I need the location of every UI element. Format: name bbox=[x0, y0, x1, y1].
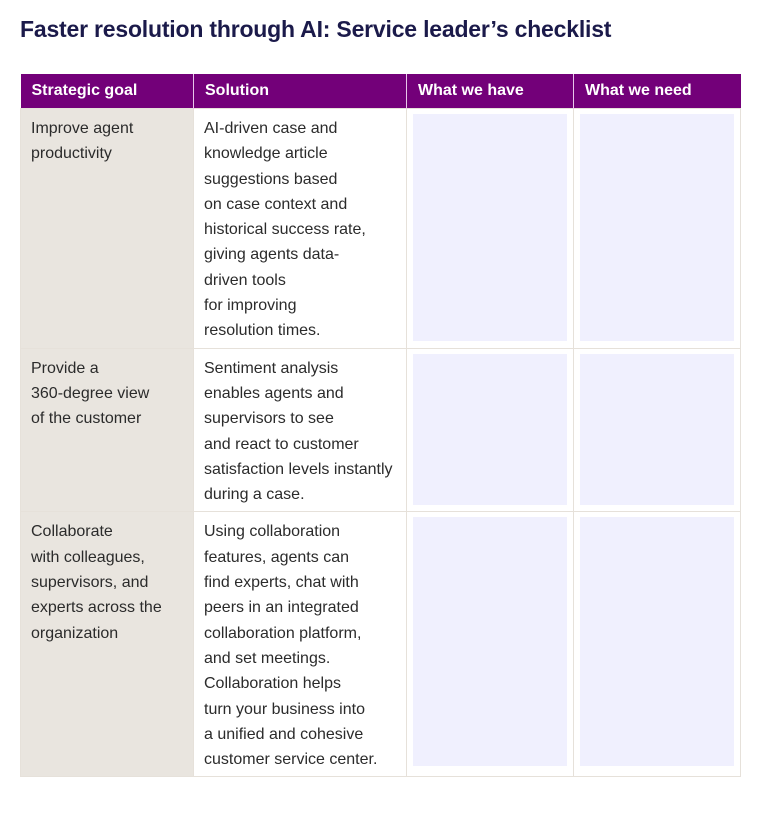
what-we-need-input[interactable] bbox=[580, 517, 734, 767]
have-cell bbox=[406, 511, 574, 778]
header-solution: Solution bbox=[193, 74, 407, 109]
solution-cell: AI-driven case and knowledge article sug… bbox=[193, 108, 407, 349]
what-we-have-input[interactable] bbox=[413, 114, 567, 341]
checklist-table: Strategic goal Solution What we have Wha… bbox=[20, 74, 741, 778]
have-cell bbox=[406, 347, 574, 513]
header-what-we-need: What we need bbox=[573, 74, 741, 109]
need-cell bbox=[573, 108, 741, 349]
goal-cell: Provide a 360-degree view of the custome… bbox=[20, 347, 194, 513]
header-what-we-have: What we have bbox=[406, 74, 574, 109]
what-we-have-input[interactable] bbox=[413, 353, 567, 505]
need-cell bbox=[573, 511, 741, 778]
page-title: Faster resolution through AI: Service le… bbox=[20, 16, 612, 42]
table-row: Improve agent productivity AI-driven cas… bbox=[20, 108, 741, 349]
table-row: Collaborate with colleagues, supervisors… bbox=[20, 511, 741, 778]
what-we-have-input[interactable] bbox=[413, 517, 567, 767]
need-cell bbox=[573, 347, 741, 513]
solution-cell: Using collaboration features, agents can… bbox=[193, 511, 407, 778]
goal-cell: Improve agent productivity bbox=[20, 108, 194, 349]
table-row: Provide a 360-degree view of the custome… bbox=[20, 347, 741, 513]
have-cell bbox=[406, 108, 574, 349]
what-we-need-input[interactable] bbox=[580, 114, 734, 341]
header-strategic-goal: Strategic goal bbox=[20, 74, 194, 109]
solution-cell: Sentiment analysis enables agents and su… bbox=[193, 347, 407, 513]
goal-cell: Collaborate with colleagues, supervisors… bbox=[20, 511, 194, 778]
table-header-row: Strategic goal Solution What we have Wha… bbox=[20, 74, 741, 109]
what-we-need-input[interactable] bbox=[580, 353, 734, 505]
